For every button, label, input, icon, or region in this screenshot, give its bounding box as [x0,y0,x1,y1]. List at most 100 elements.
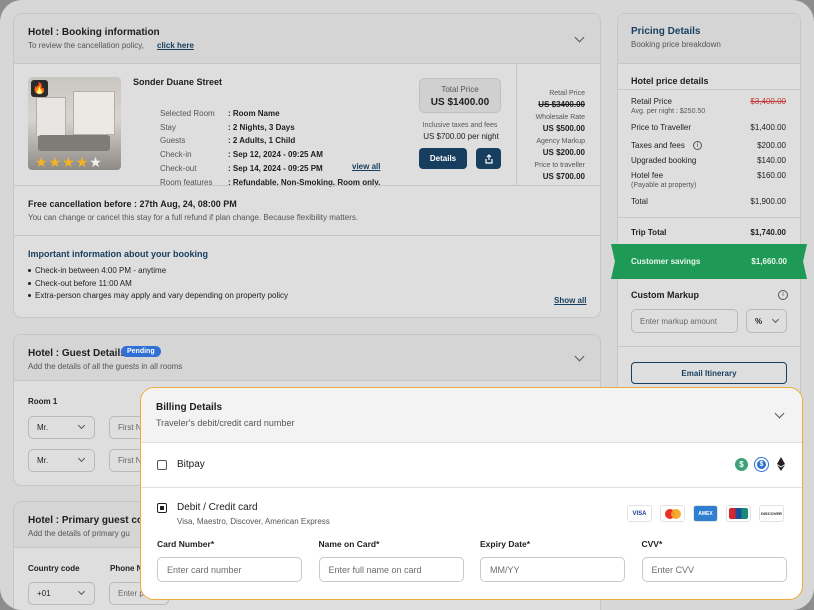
chevron-down-icon[interactable] [574,351,585,362]
field-label: Card Number* [157,539,215,549]
first-name-placeholder: First N [118,423,142,432]
pricing-subtitle: Booking price breakdown [631,40,721,49]
expiry-date-input[interactable]: MM/YY [480,557,625,582]
important-item: Extra-person charges may apply and vary … [35,291,289,300]
price-row-label: Price to Traveller [631,123,692,132]
share-button[interactable] [476,148,501,169]
chevron-down-icon [77,421,86,430]
price-row-label: Taxes and fees [631,141,685,150]
side-price-value: US $500.00 [542,124,585,133]
detail-label: Check-out [160,163,197,173]
billing-title: Billing Details [156,402,223,413]
hotel-name: Sonder Duane Street [133,77,223,87]
bullet-icon [28,281,31,285]
hotel-image: 🔥 ★ ★ ★ ★ ★ [28,77,121,170]
cvv-input[interactable]: Enter CVV [641,557,787,582]
title-select-value: Mr. [37,456,49,465]
star-icon: ★ [62,154,75,170]
info-icon[interactable]: i [778,290,788,300]
side-price-label: Retail Price [549,90,585,97]
chevron-down-icon[interactable] [774,408,785,419]
total-price-label: Total Price [441,85,479,94]
phone-label: Phone N [110,564,143,573]
first-name-placeholder: First N [118,456,142,465]
unionpay-logo-icon [726,505,751,522]
bullet-icon [28,294,31,297]
email-itinerary-button[interactable]: Email Itinerary [631,362,787,384]
title-select[interactable]: Mr. [28,416,95,439]
markup-title: Custom Markup [631,290,700,300]
card-number-input[interactable]: Enter card number [157,557,302,582]
price-row-label: Hotel fee [631,171,664,180]
markup-input[interactable]: Enter markup amount [631,309,738,333]
trending-icon: 🔥 [31,80,48,97]
markup-placeholder: Enter markup amount [640,316,717,326]
price-row-label: Upgraded booking [631,156,697,165]
field-placeholder: Enter card number [167,564,242,575]
primary-title: Hotel : Primary guest cont [28,515,153,526]
card-radio[interactable] [157,503,167,513]
trip-total-value: $1,740.00 [750,228,786,237]
star-rating: ★ ★ ★ ★ ★ [35,155,102,169]
important-title: Important information about your booking [28,249,208,259]
visa-logo-icon: VISA [627,505,652,522]
bitpay-checkbox[interactable] [157,460,167,470]
click-here-link[interactable]: click here [157,41,194,50]
divider [618,89,800,90]
detail-label: Stay [160,122,177,132]
divider [618,217,800,218]
details-button[interactable]: Details [419,148,467,169]
show-all-link[interactable]: Show all [554,296,586,305]
bitpay-label: Bitpay [177,459,205,470]
bitcoin-icon: $ [735,458,748,471]
markup-unit-select[interactable]: % [746,309,787,333]
divider [141,487,802,488]
amex-logo-icon: AMEX [693,505,718,522]
primary-subtitle: Add the details of primary gu [28,529,130,538]
free-cancel-title: Free cancellation before : 27th Aug, 24,… [28,199,237,209]
hotel-fee-sub: (Payable at property) [631,182,697,189]
page: Hotel : Booking information To review th… [0,0,814,610]
field-placeholder: Enter full name on card [328,564,422,575]
side-price-label: Price to traveller [534,162,585,169]
detail-value: : Sep 12, 2024 - 09:25 AM [228,150,323,160]
detail-label: Selected Room [160,109,215,118]
name-on-card-input[interactable]: Enter full name on card [318,557,464,582]
detail-label: Guests [160,136,186,146]
booking-header[interactable]: Hotel : Booking information To review th… [14,14,600,64]
detail-label: Check-in [160,150,192,160]
guest-subtitle: Add the details of all the guests in all… [28,362,183,371]
price-row-value: $200.00 [757,141,786,150]
field-label: Name on Card* [318,539,380,549]
country-code-select[interactable]: +01 [28,582,95,605]
billing-subtitle: Traveler's debit/credit card number [156,418,295,428]
billing-header[interactable]: Billing Details Traveler's debit/credit … [141,388,802,443]
detail-value: : 2 Nights, 3 Days [228,122,295,132]
field-placeholder: Enter CVV [651,564,695,575]
per-night-price: US $700.00 per night [423,132,499,141]
savings-value: $1,660.00 [751,257,787,266]
booking-card: Hotel : Booking information To review th… [13,13,601,318]
detail-value: : 2 Adults, 1 Child [228,136,296,146]
hotel-price-title: Hotel price details [631,76,709,86]
retail-sub: Avg. per night : $250.50 [631,108,706,115]
title-select[interactable]: Mr. [28,449,95,472]
side-price-value: US $700.00 [542,172,585,181]
retail-label: Retail Price [631,97,672,106]
total-price-box: Total Price US $1400.00 [419,78,501,113]
price-row-value: $1,400.00 [750,123,786,132]
view-all-link[interactable]: view all [352,162,380,171]
free-cancel-text: You can change or cancel this stay for a… [28,213,359,222]
info-icon[interactable]: i [693,141,702,150]
price-row: Taxes and fees $200.00 i [631,141,786,153]
trip-total-label: Trip Total [631,228,667,237]
side-price-divider [516,64,517,185]
chevron-down-icon [77,454,86,463]
card-label: Debit / Credit card [177,502,258,513]
discover-logo-icon: DISCOVER [759,505,784,522]
booking-subtitle: To review the cancellation policy, [28,41,144,50]
guest-header[interactable]: Hotel : Guest Details Pending Add the de… [14,335,600,381]
star-icon: ★ [75,154,89,170]
star-icon: ★ [48,154,62,170]
chevron-down-icon[interactable] [574,32,585,43]
